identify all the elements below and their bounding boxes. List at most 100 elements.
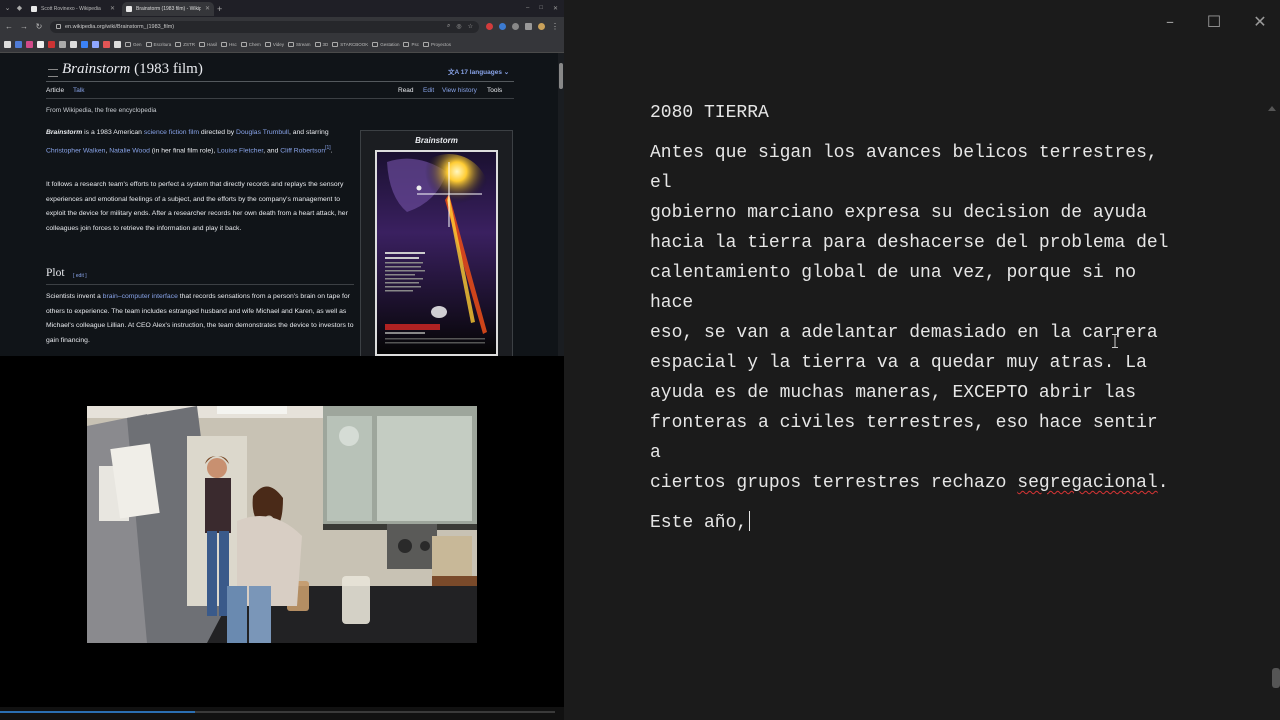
tab-scott[interactable]: Scott Rovinexo - Wikipedia ✕ — [27, 2, 119, 16]
folder-icon — [199, 41, 206, 47]
bookmark-icon[interactable] — [81, 40, 88, 48]
translate-icon[interactable]: ◎ — [456, 23, 461, 30]
link[interactable]: Cliff Robertson — [280, 147, 325, 154]
tab-title: Scott Rovinexo - Wikipedia — [41, 5, 101, 12]
misspelled-word[interactable]: segregacional — [1017, 473, 1157, 493]
link[interactable]: Christopher Walken — [46, 147, 105, 154]
bookmark-folder[interactable]: Gestation — [372, 41, 399, 47]
address-bar[interactable]: en.wikipedia.org/wiki/Brainstorm_(1983_f… — [50, 20, 479, 33]
bookmark-icon[interactable] — [4, 40, 11, 48]
bookmark-icon[interactable] — [15, 40, 22, 48]
ibeam-cursor-icon — [1112, 334, 1118, 348]
folder-icon — [332, 41, 339, 47]
wikipedia-favicon-icon — [31, 5, 37, 12]
document-area[interactable]: 2080 TIERRA Antes que sigan los avances … — [650, 98, 1170, 538]
folder-icon — [125, 41, 131, 47]
browser-menu-icon[interactable]: ⋮ — [551, 22, 559, 31]
bookmark-icon[interactable] — [26, 40, 33, 48]
infobox-title: Brainstorm — [415, 136, 458, 145]
plot-paragraph: Scientists invent a brain–computer inter… — [46, 293, 354, 344]
bookmark-icon[interactable] — [70, 40, 77, 48]
bookmark-folder[interactable]: Chem — [240, 41, 261, 47]
tab-strip: ⌄ ◆ Scott Rovinexo - Wikipedia ✕ Brainst… — [0, 0, 564, 17]
extension-icon[interactable] — [499, 23, 506, 30]
section-edit-link[interactable]: [ edit ] — [73, 273, 87, 279]
browser-close-icon[interactable]: ✕ — [553, 5, 558, 12]
bookmark-folder[interactable]: STARCBOOK — [332, 41, 368, 47]
bookmark-folder[interactable]: ZSTR — [175, 41, 195, 47]
bookmark-folder[interactable]: Gen — [125, 41, 142, 47]
extensions-puzzle-icon[interactable] — [525, 23, 532, 30]
new-tab-icon[interactable]: + — [217, 4, 227, 14]
divider — [46, 81, 514, 82]
minimize-icon[interactable]: – — [1160, 12, 1180, 32]
poster-art — [377, 152, 496, 354]
reload-icon[interactable]: ↻ — [35, 22, 43, 31]
link[interactable]: Louise Fletcher — [217, 147, 263, 154]
summary-paragraph: It follows a research team's efforts to … — [46, 181, 348, 232]
tab-brainstorm[interactable]: Brainstorm (1983 film) - Wikipedia ✕ — [122, 1, 214, 16]
divider — [46, 98, 514, 99]
site-info-icon[interactable] — [56, 24, 61, 29]
document-heading: 2080 TIERRA — [650, 103, 769, 123]
wikipedia-favicon-icon — [126, 5, 132, 12]
link[interactable]: brain–computer interface — [103, 293, 178, 300]
close-icon[interactable]: ✕ — [1250, 12, 1270, 32]
bookmark-star-icon[interactable]: ☆ — [468, 23, 473, 30]
video-progress-bar[interactable] — [0, 707, 564, 720]
translate-icon: 文A — [448, 69, 461, 76]
bookmark-icon[interactable] — [114, 40, 121, 48]
bookmark-folder[interactable]: Hsc — [221, 41, 237, 47]
bookmark-icon[interactable] — [37, 40, 44, 48]
tab-title: Brainstorm (1983 film) - Wikipedia — [136, 5, 201, 12]
link[interactable]: Natalie Wood — [109, 147, 150, 154]
current-line[interactable]: Este año, — [650, 508, 1170, 538]
tab-tools[interactable]: Tools — [487, 87, 502, 94]
forward-icon[interactable]: → — [20, 22, 28, 31]
folder-icon — [264, 41, 271, 47]
bookmark-icon[interactable] — [103, 40, 110, 48]
extension-icon[interactable] — [486, 23, 493, 30]
browser-toolbar: ← → ↻ en.wikipedia.org/wiki/Brainstorm_(… — [0, 17, 564, 36]
bookmark-icon[interactable] — [48, 40, 55, 48]
browser-window-controls: – □ ✕ — [526, 5, 564, 12]
link[interactable]: science fiction film — [144, 129, 199, 136]
bookmark-folder[interactable]: 3D — [314, 41, 328, 47]
main-menu-icon[interactable] — [48, 69, 58, 77]
bookmark-folder[interactable]: Escritura — [145, 41, 171, 47]
screen: ⌄ ◆ Scott Rovinexo - Wikipedia ✕ Brainst… — [0, 0, 1280, 720]
tab-read[interactable]: Read — [398, 87, 414, 94]
bookmark-icon[interactable] — [92, 40, 99, 48]
tab-talk[interactable]: Talk — [73, 87, 85, 94]
bookmark-folder[interactable]: Psc — [403, 41, 419, 47]
editor-scrollbar-thumb[interactable] — [1272, 668, 1280, 688]
tab-edit[interactable]: Edit — [423, 87, 434, 94]
browser-minimize-icon[interactable]: – — [526, 5, 529, 12]
zoom-icon[interactable]: ⌕ — [447, 23, 450, 30]
folder-icon — [422, 41, 429, 47]
tagline: From Wikipedia, the free encyclopedia — [46, 107, 157, 114]
scroll-up-arrow-icon[interactable] — [1268, 106, 1276, 111]
language-button[interactable]: 文A 17 languages ⌄ — [448, 66, 509, 76]
tab-close-icon[interactable]: ✕ — [110, 5, 115, 12]
scrollbar-thumb[interactable] — [559, 63, 563, 89]
browser-maximize-icon[interactable]: □ — [539, 5, 543, 12]
back-icon[interactable]: ← — [5, 22, 13, 31]
film-clip-video[interactable] — [87, 406, 477, 643]
tab-view-history[interactable]: View history — [442, 87, 477, 94]
tab-search-icon[interactable]: ⌄ — [3, 4, 12, 13]
bookmark-folder[interactable]: Videy — [264, 41, 284, 47]
bookmark-folder[interactable]: Stream — [288, 41, 311, 47]
extension-icon[interactable] — [512, 23, 519, 30]
profile-avatar[interactable] — [538, 23, 545, 30]
page-title: Brainstorm (1983 film) — [62, 61, 203, 77]
bookmark-icon[interactable] — [59, 40, 66, 48]
bookmark-folder[interactable]: Proyectos — [422, 41, 451, 47]
tab-close-icon[interactable]: ✕ — [205, 5, 210, 12]
maximize-icon[interactable]: ☐ — [1204, 12, 1224, 32]
tab-article[interactable]: Article — [46, 87, 64, 94]
pinned-tab-icon[interactable]: ◆ — [15, 4, 24, 13]
link[interactable]: Douglas Trumbull — [236, 129, 289, 136]
film-poster-image[interactable] — [375, 150, 498, 356]
bookmark-folder[interactable]: Hasil — [199, 41, 217, 47]
